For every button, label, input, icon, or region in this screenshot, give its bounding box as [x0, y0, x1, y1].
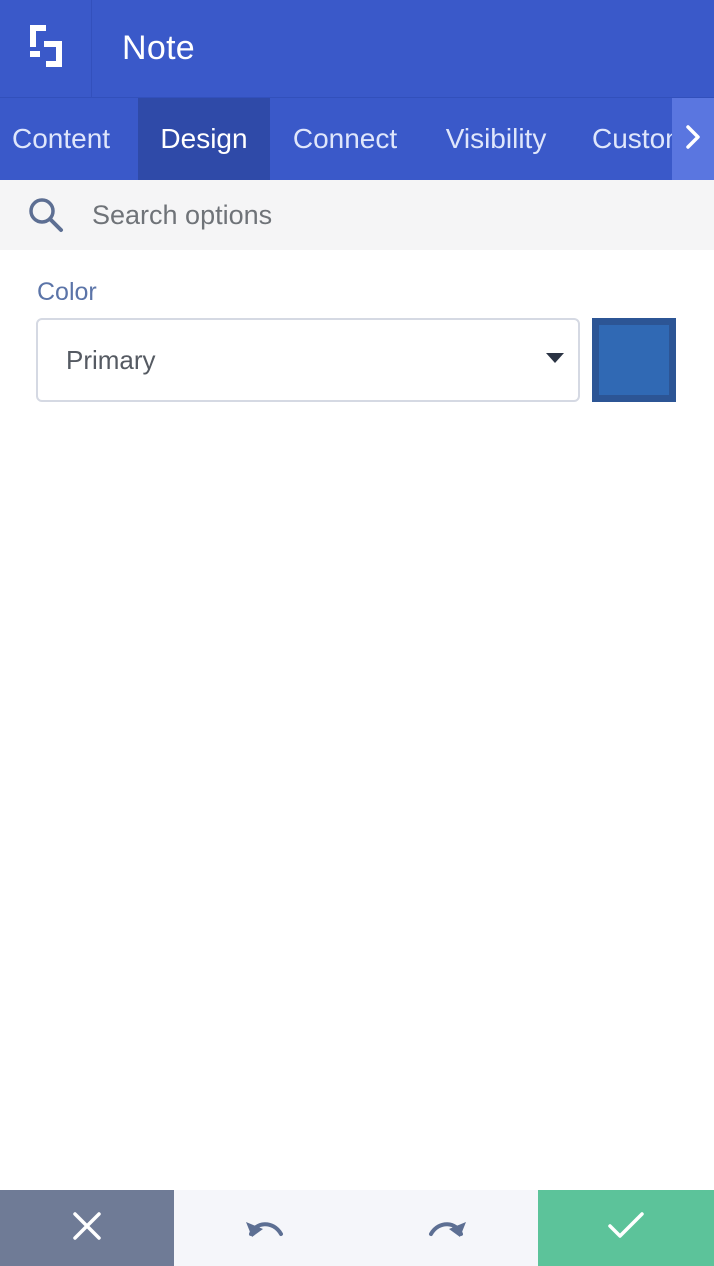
- close-icon: [72, 1211, 102, 1246]
- search-input[interactable]: [92, 185, 672, 245]
- chevron-right-icon: [683, 123, 703, 156]
- tab-connect[interactable]: Connect: [270, 98, 420, 180]
- action-bar: [0, 1190, 714, 1266]
- color-select-value: Primary: [66, 344, 156, 375]
- tab-custom[interactable]: Custom: [572, 98, 672, 180]
- builder-logo-icon: [26, 21, 66, 76]
- undo-button[interactable]: [174, 1190, 356, 1266]
- panel-title: Note: [122, 29, 196, 67]
- tab-bar: Content Design Connect Visibility Custom: [0, 98, 714, 180]
- settings-panel: Note Content Design Connect Visibility C…: [0, 0, 714, 1266]
- tab-design[interactable]: Design: [138, 98, 270, 180]
- caret-down-icon: [546, 353, 564, 363]
- search-bar: [0, 180, 714, 250]
- search-icon: [0, 196, 92, 234]
- color-field-label: Color: [37, 278, 97, 306]
- redo-icon: [425, 1212, 469, 1245]
- tab-visibility[interactable]: Visibility: [420, 98, 572, 180]
- tab-content[interactable]: Content: [0, 98, 138, 180]
- tabs-scroll-right-button[interactable]: [672, 98, 714, 180]
- color-select[interactable]: Primary: [36, 318, 580, 402]
- color-swatch-button[interactable]: [592, 318, 676, 402]
- cancel-button[interactable]: [0, 1190, 174, 1266]
- save-button[interactable]: [538, 1190, 714, 1266]
- logo[interactable]: [0, 0, 92, 98]
- color-swatch-preview: [599, 325, 669, 395]
- undo-icon: [243, 1212, 287, 1245]
- redo-button[interactable]: [356, 1190, 538, 1266]
- checkmark-icon: [607, 1211, 645, 1246]
- panel-header: Note: [0, 0, 714, 98]
